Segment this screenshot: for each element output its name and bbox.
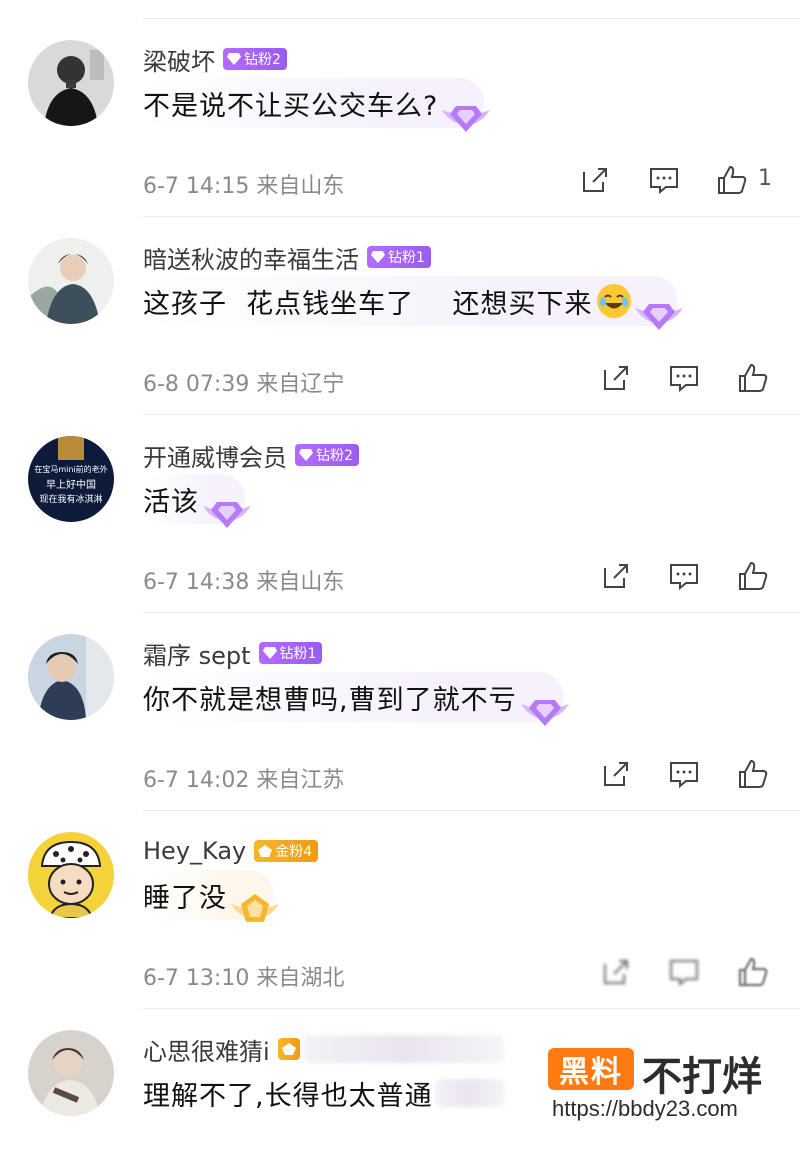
- like-count: 1: [758, 166, 772, 191]
- avatar[interactable]: 在宝马mini前的老外 早上好中国 现在我有冰淇淋: [28, 436, 114, 522]
- comment-icon[interactable]: [668, 758, 700, 790]
- diamond-icon: [371, 251, 385, 263]
- diamond-icon: [299, 449, 313, 461]
- share-icon[interactable]: [579, 164, 611, 196]
- comment-text: 你不就是想曹吗,曹到了就不亏: [143, 684, 517, 716]
- avatar[interactable]: [28, 832, 114, 918]
- blurred-region: [303, 1035, 504, 1063]
- diamond-icon: [227, 53, 241, 65]
- username[interactable]: 心思很难猜i: [143, 1032, 270, 1067]
- comment-icon[interactable]: [668, 362, 700, 394]
- avatar-caption: 在宝马mini前的老外: [34, 464, 107, 474]
- comment-icon[interactable]: [668, 560, 700, 592]
- watermark-url: https://bbdy23.com: [552, 1096, 738, 1121]
- share-icon[interactable]: [600, 758, 632, 790]
- watermark: 黑料 不打烊 https://bbdy23.com: [546, 1044, 786, 1124]
- gold-gem-icon: [258, 845, 273, 857]
- comment-item: 在宝马mini前的老外 早上好中国 现在我有冰淇淋 开通威博会员 钻粉2 活该 …: [0, 414, 800, 612]
- comment-bubble: 理解不了,长得也太普通: [143, 1068, 551, 1118]
- fan-badge[interactable]: [277, 1038, 300, 1060]
- like-icon[interactable]: [716, 164, 748, 196]
- username[interactable]: Hey_Kay: [143, 837, 246, 865]
- comment-actions: [0, 560, 800, 594]
- diamond-decoration-icon: [520, 700, 569, 726]
- username[interactable]: 霜序 sept: [143, 636, 251, 671]
- laughing-crying-emoji-icon: [596, 284, 631, 318]
- comment-actions: [0, 956, 800, 990]
- comment-text: 活该: [143, 486, 199, 518]
- diamond-decoration-icon: [203, 502, 251, 528]
- comment-actions: [0, 758, 800, 792]
- watermark-logo: 黑料: [548, 1048, 634, 1090]
- gold-gem-icon: [281, 1043, 296, 1055]
- comment-text: 睡了没: [143, 882, 227, 914]
- avatar-caption: 早上好中国: [46, 478, 96, 491]
- fan-badge[interactable]: 钻粉2: [295, 444, 359, 466]
- comment-bubble: 不是说不让买公交车么?: [143, 78, 491, 132]
- comment-text: 不是说不让买公交车么?: [143, 90, 439, 122]
- like-icon[interactable]: [737, 956, 769, 988]
- gold-gem-decoration-icon: [231, 894, 279, 922]
- comment-item: Hey_Kay 金粉4 睡了没 6-7 13:10 来自湖北: [0, 810, 800, 1008]
- watermark-title: 不打烊: [642, 1054, 762, 1100]
- username[interactable]: 开通威博会员: [143, 438, 287, 473]
- comment-text: 理解不了,长得也太普通: [143, 1080, 433, 1112]
- comment-item: 暗送秋波的幸福生活 钻粉1 这孩子 花点钱坐车了 还想买下来 6-8 07:39…: [0, 216, 800, 414]
- avatar[interactable]: [28, 238, 114, 324]
- fan-badge[interactable]: 钻粉1: [367, 246, 431, 268]
- share-icon[interactable]: [600, 956, 632, 988]
- like-icon[interactable]: [737, 560, 769, 592]
- fan-badge[interactable]: 钻粉1: [258, 642, 323, 664]
- fan-badge[interactable]: 金粉4: [254, 840, 319, 862]
- comment-item: 梁破坏 钻粉2 不是说不让买公交车么? 6-7 14:15 来自山东 1: [0, 18, 800, 216]
- comment-text: 这孩子 花点钱坐车了 还想买下来: [143, 288, 593, 320]
- comment-icon[interactable]: [668, 956, 700, 988]
- like-icon[interactable]: [737, 362, 769, 394]
- diamond-icon: [262, 647, 277, 659]
- share-icon[interactable]: [600, 560, 632, 592]
- avatar[interactable]: [28, 40, 114, 126]
- share-icon[interactable]: [600, 362, 632, 394]
- comment-actions: 1: [0, 164, 800, 198]
- blurred-region: [434, 1079, 505, 1107]
- avatar[interactable]: [28, 1030, 114, 1116]
- diamond-decoration-icon: [442, 106, 491, 132]
- username[interactable]: 梁破坏: [143, 42, 215, 77]
- username[interactable]: 暗送秋波的幸福生活: [143, 240, 359, 275]
- comment-actions: [0, 362, 800, 396]
- avatar-caption: 现在我有冰淇淋: [39, 493, 102, 505]
- comment-item: 霜序 sept 钻粉1 你不就是想曹吗,曹到了就不亏 6-7 14:02 来自江…: [0, 612, 800, 810]
- comment-bubble: 这孩子 花点钱坐车了 还想买下来: [143, 276, 683, 330]
- comment-bubble: 你不就是想曹吗,曹到了就不亏: [143, 672, 569, 726]
- avatar[interactable]: [28, 634, 114, 720]
- fan-badge[interactable]: 钻粉2: [223, 48, 287, 70]
- comment-icon[interactable]: [648, 164, 680, 196]
- like-icon[interactable]: [737, 758, 769, 790]
- comment-bubble: 活该: [143, 474, 251, 528]
- comment-bubble: 睡了没: [143, 870, 279, 922]
- diamond-decoration-icon: [634, 304, 683, 330]
